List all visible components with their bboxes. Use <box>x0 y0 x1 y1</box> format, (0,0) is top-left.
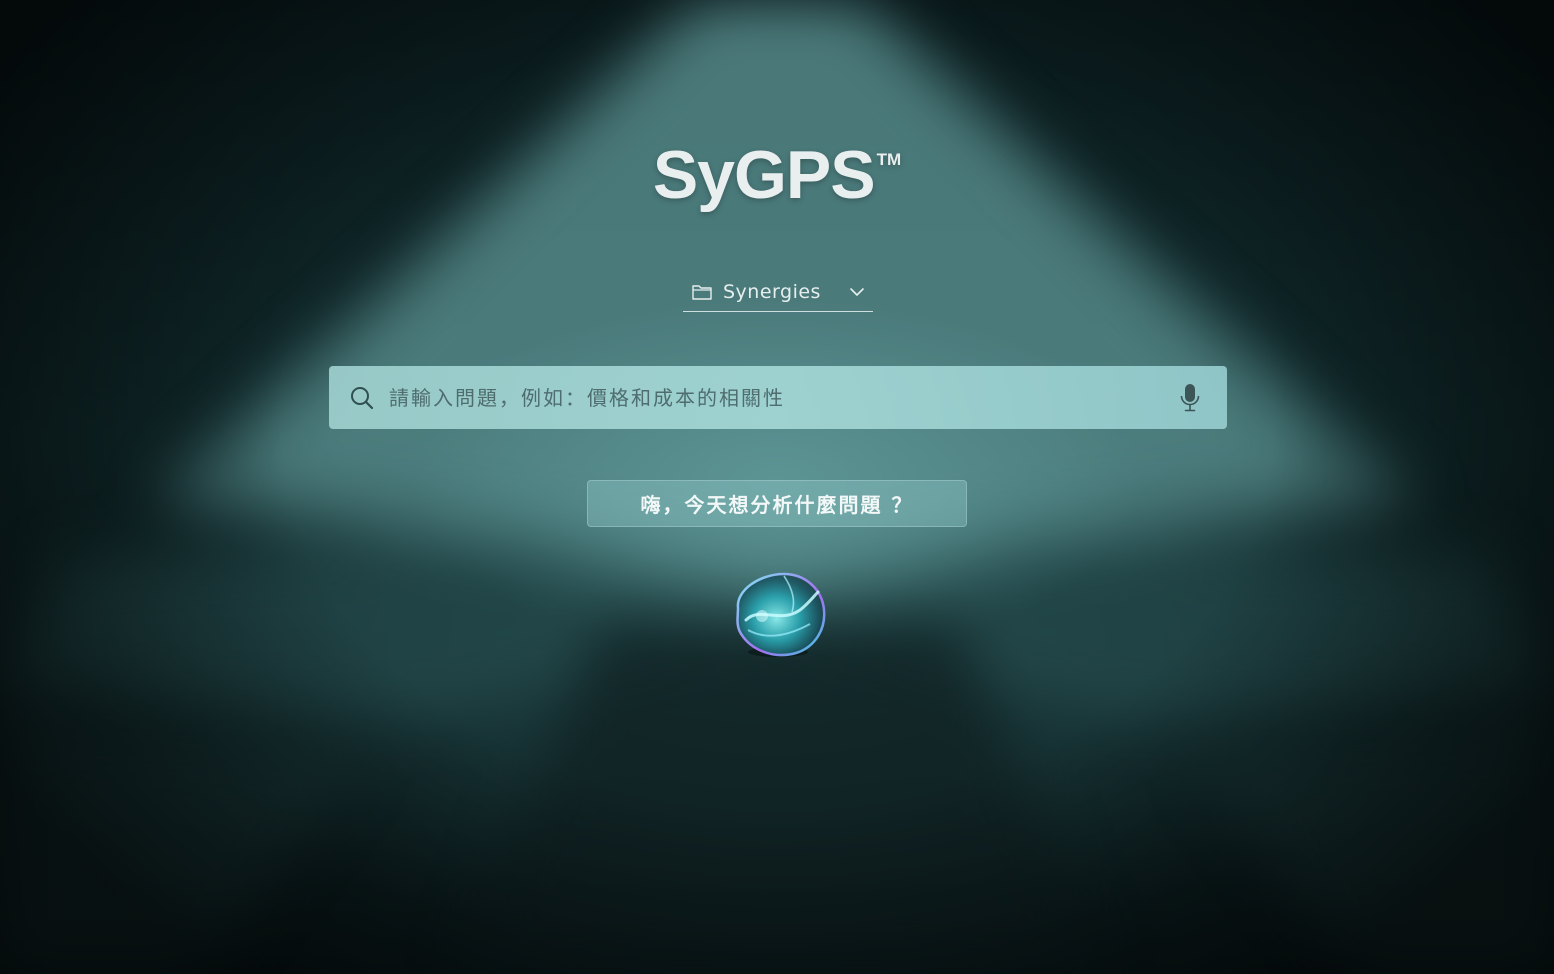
trademark-mark: TM <box>876 150 902 169</box>
search-input[interactable] <box>387 376 1177 419</box>
prompt-hint-text: 嗨，今天想分析什麼問題 ？ <box>640 493 914 517</box>
brand-name: SyGPS <box>652 137 876 213</box>
brand-logo: SyGPS TM <box>0 136 1554 214</box>
project-selector[interactable]: Synergies <box>683 272 873 312</box>
chevron-down-icon[interactable] <box>849 284 865 300</box>
microphone-icon[interactable] <box>1177 382 1203 414</box>
ai-orb-icon[interactable] <box>726 566 830 660</box>
app-background: SyGPSTM Synergies 嗨，今天想分析什麼問題 ？ <box>0 0 1554 974</box>
search-bar[interactable] <box>329 366 1227 429</box>
search-icon[interactable] <box>349 385 375 411</box>
folder-icon <box>692 284 712 300</box>
project-selector-label: Synergies <box>723 280 821 303</box>
prompt-hint-button[interactable]: 嗨，今天想分析什麼問題 ？ <box>587 480 967 527</box>
